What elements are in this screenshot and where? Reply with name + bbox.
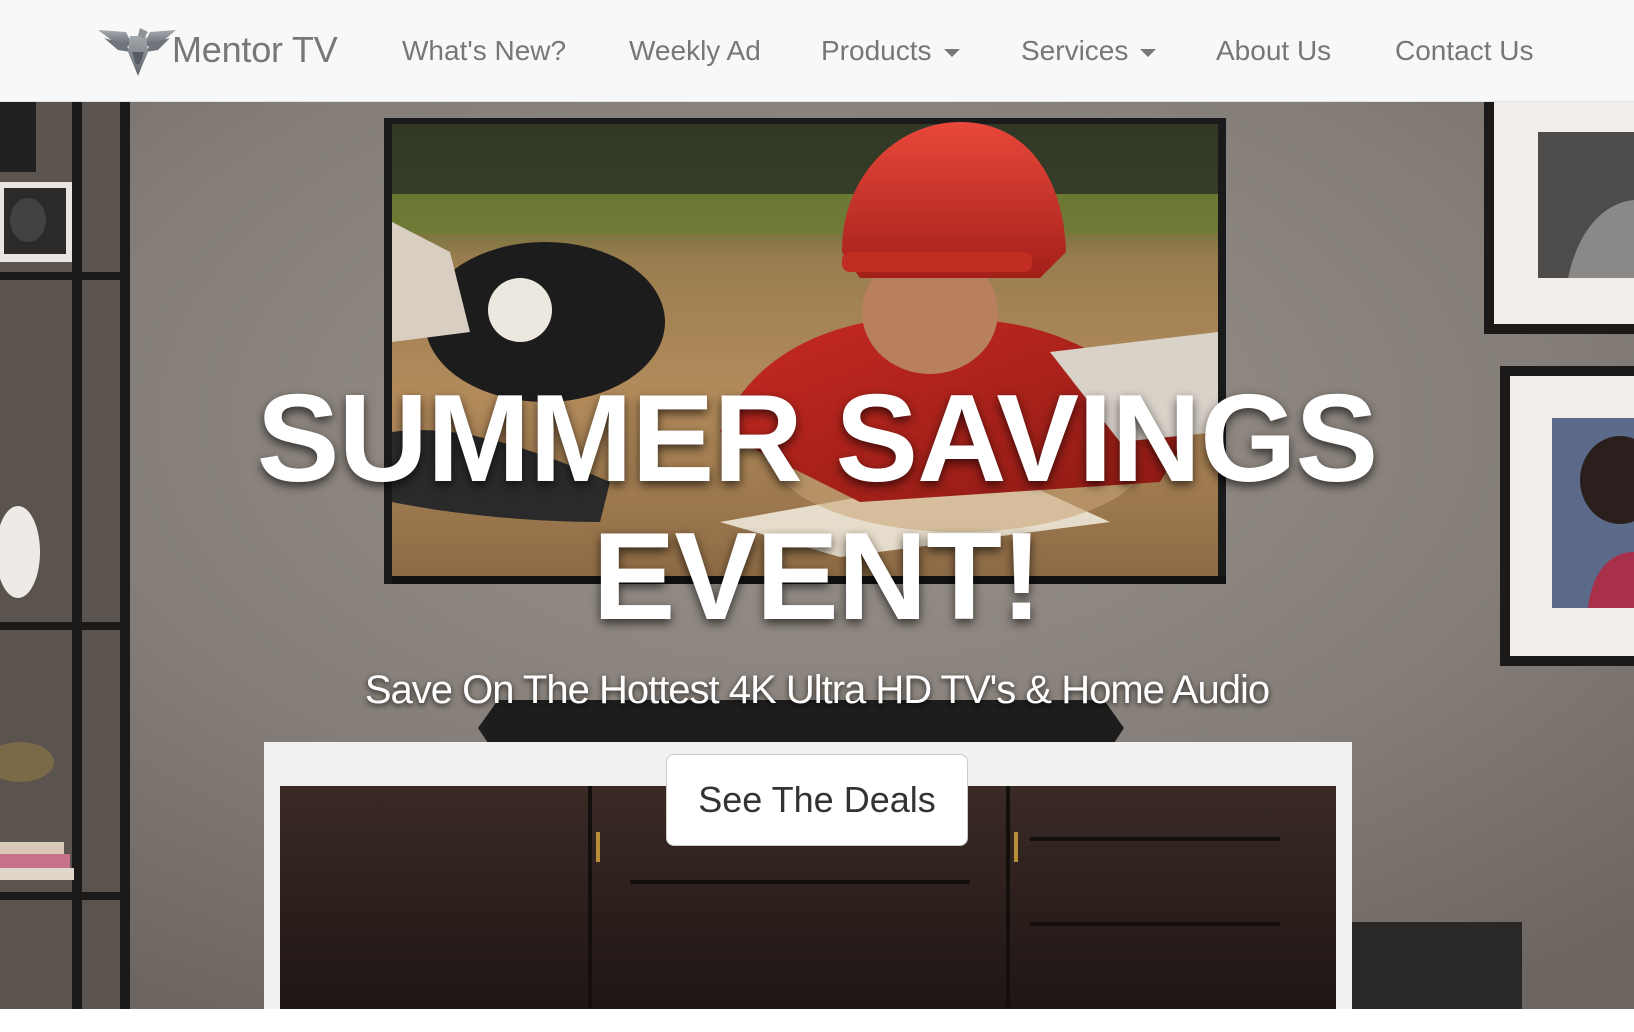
navbar: Mentor TV What's New? Weekly Ad Products… <box>0 0 1634 102</box>
nav-weekly-ad-label: Weekly Ad <box>629 35 761 66</box>
nav-contact-us[interactable]: Contact Us <box>1395 32 1534 70</box>
nav-weekly-ad[interactable]: Weekly Ad <box>629 32 761 70</box>
nav-about-us[interactable]: About Us <box>1216 32 1331 70</box>
nav-whats-new-label: What's New? <box>402 35 567 66</box>
chevron-down-icon <box>1140 48 1157 57</box>
nav-services-label: Services <box>1021 35 1129 66</box>
nav-services-dropdown[interactable]: Services <box>1021 32 1157 70</box>
hero-title-line-1: SUMMER SAVINGS <box>256 370 1378 508</box>
page-bottom-spacer <box>0 1009 1634 1032</box>
hero-subtitle: Save On The Hottest 4K Ultra HD TV's & H… <box>364 668 1270 712</box>
nav-menu: What's New? Weekly Ad Products Services … <box>0 0 1634 102</box>
chevron-down-icon <box>943 48 960 57</box>
see-the-deals-button[interactable]: See The Deals <box>666 754 968 846</box>
hero-title-line-2: EVENT! <box>592 508 1043 646</box>
nav-whats-new[interactable]: What's New? <box>402 32 566 70</box>
nav-contact-us-label: Contact Us <box>1395 35 1534 66</box>
hero-banner: SUMMER SAVINGS EVENT! Save On The Hottes… <box>0 102 1634 1009</box>
nav-products-label: Products <box>821 35 932 66</box>
nav-about-us-label: About Us <box>1216 35 1332 66</box>
hero-title: SUMMER SAVINGS EVENT! <box>0 370 1634 646</box>
nav-products-dropdown[interactable]: Products <box>821 32 960 70</box>
